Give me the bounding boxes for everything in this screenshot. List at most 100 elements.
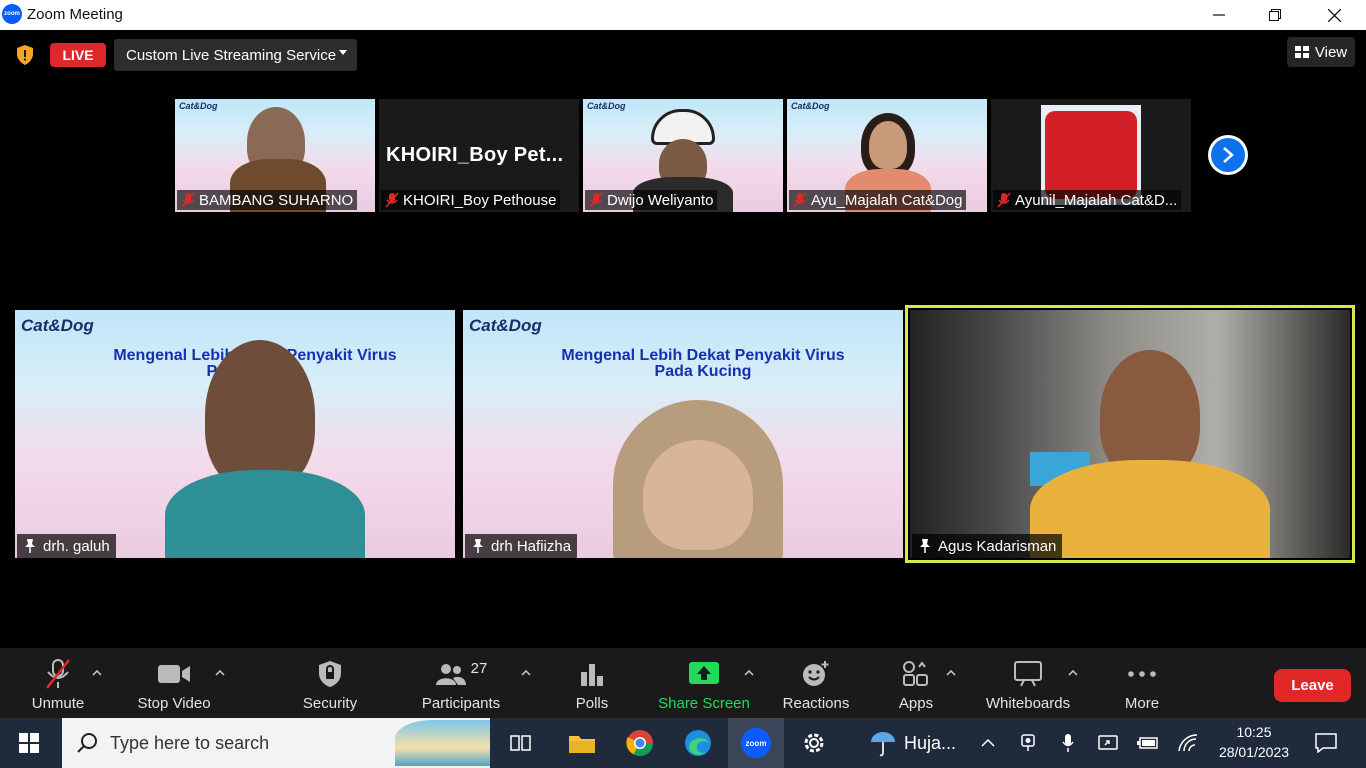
- start-button[interactable]: [0, 718, 58, 768]
- catdog-logo: Cat&Dog: [587, 101, 626, 111]
- participant-thumb[interactable]: KHOIRI_Boy Pet... KHOIRI_Boy Pethouse: [379, 99, 579, 212]
- more-label: More: [1124, 695, 1160, 712]
- screen-share-icon: [1098, 735, 1118, 750]
- catdog-logo: Cat&Dog: [179, 101, 218, 111]
- participant-name-bar: Ayunil_Majalah Cat&D...: [993, 190, 1182, 210]
- muted-mic-icon: [181, 192, 195, 208]
- clock-time: 10:25: [1236, 724, 1272, 740]
- gear-icon: [804, 733, 824, 753]
- participant-tile[interactable]: Cat&Dog Mengenal Lebih Dekat Penyakit Vi…: [15, 310, 455, 558]
- stream-service-label: Custom Live Streaming Service: [126, 46, 337, 64]
- participant-video: [643, 440, 753, 550]
- pin-icon: [473, 539, 483, 553]
- zoom-taskbar-button[interactable]: zoom: [728, 718, 784, 768]
- unmute-button[interactable]: Unmute: [20, 648, 96, 718]
- task-view-icon: [510, 735, 531, 751]
- catdog-logo: Cat&Dog: [21, 316, 94, 335]
- reactions-button[interactable]: Reactions: [778, 648, 854, 718]
- settings-button[interactable]: [786, 718, 842, 768]
- participant-name-bar: Agus Kadarisman: [912, 534, 1063, 558]
- polls-label: Polls: [575, 695, 609, 712]
- file-explorer-button[interactable]: [554, 718, 610, 768]
- task-view-button[interactable]: [492, 718, 548, 768]
- restore-icon: [1269, 9, 1281, 21]
- participants-count: 27: [470, 659, 488, 677]
- next-page-button[interactable]: [1208, 135, 1248, 175]
- chrome-icon: [626, 730, 654, 757]
- window-title: Zoom Meeting: [27, 6, 123, 23]
- apps-options-button[interactable]: [944, 666, 958, 680]
- participant-display-name: KHOIRI_Boy Pet...: [386, 144, 564, 166]
- apps-button[interactable]: Apps: [886, 648, 946, 718]
- stop-video-label: Stop Video: [137, 695, 211, 712]
- notifications-button[interactable]: [1306, 718, 1346, 768]
- zoom-icon: zoom: [741, 728, 771, 758]
- whiteboard-icon: [998, 656, 1058, 692]
- shield-icon: [17, 45, 33, 65]
- pin-icon: [25, 539, 35, 553]
- taskbar-search-box[interactable]: Type here to search: [62, 718, 490, 768]
- participants-icon-group: 27: [431, 656, 491, 692]
- participant-name: Agus Kadarisman: [938, 537, 1057, 555]
- encryption-shield-button[interactable]: [10, 40, 40, 70]
- stream-service-dropdown[interactable]: Custom Live Streaming Service: [114, 39, 357, 71]
- more-button[interactable]: More: [1112, 648, 1172, 718]
- restore-button[interactable]: [1246, 0, 1304, 30]
- apps-label: Apps: [898, 695, 934, 712]
- whiteboards-button[interactable]: Whiteboards: [980, 648, 1076, 718]
- close-window-button[interactable]: [1305, 0, 1363, 30]
- tray-screen-button[interactable]: [1090, 718, 1126, 768]
- unmute-label: Unmute: [31, 695, 85, 712]
- edge-button[interactable]: [670, 718, 726, 768]
- apps-icon: [886, 656, 946, 692]
- share-screen-label: Share Screen: [658, 695, 750, 712]
- weather-widget[interactable]: Huja...: [860, 718, 970, 768]
- stop-video-button[interactable]: Stop Video: [130, 648, 218, 718]
- shield-icon: [300, 656, 360, 692]
- share-options-button[interactable]: [742, 666, 756, 680]
- whiteboards-options-button[interactable]: [1066, 666, 1080, 680]
- muted-mic-icon: [28, 656, 88, 692]
- video-camera-icon: [144, 656, 204, 692]
- participant-thumb[interactable]: Cat&Dog Ayu_Majalah Cat&Dog: [787, 99, 987, 212]
- view-button[interactable]: View: [1287, 37, 1355, 67]
- tray-camera-button[interactable]: [1010, 718, 1046, 768]
- participant-shirt: [165, 470, 365, 558]
- polls-button[interactable]: Polls: [562, 648, 622, 718]
- participant-name: BAMBANG SUHARNO: [199, 191, 354, 209]
- participant-thumb[interactable]: Cat&Dog Dwijo Weliyanto: [583, 99, 783, 212]
- battery-button[interactable]: [1130, 718, 1166, 768]
- share-screen-button[interactable]: Share Screen: [656, 648, 752, 718]
- tray-microphone-button[interactable]: [1050, 718, 1086, 768]
- participants-options-button[interactable]: [519, 666, 533, 680]
- minimize-button[interactable]: [1190, 0, 1248, 30]
- participant-name: Ayu_Majalah Cat&Dog: [811, 191, 963, 209]
- show-hidden-icons-button[interactable]: [970, 718, 1006, 768]
- share-screen-icon: [674, 656, 734, 692]
- audio-options-button[interactable]: [90, 666, 104, 680]
- participant-name-bar: BAMBANG SUHARNO: [177, 190, 358, 210]
- participant-name: KHOIRI_Boy Pethouse: [403, 191, 557, 209]
- search-icon: [77, 733, 97, 753]
- security-button[interactable]: Security: [290, 648, 370, 718]
- participant-tile[interactable]: Cat&Dog Mengenal Lebih Dekat Penyakit Vi…: [463, 310, 903, 558]
- participants-button[interactable]: 27 Participants: [418, 648, 504, 718]
- participant-tile[interactable]: Agus Kadarisman: [910, 310, 1350, 558]
- chrome-button[interactable]: [612, 718, 668, 768]
- participant-thumb[interactable]: Ayunil_Majalah Cat&D...: [991, 99, 1191, 212]
- wifi-icon: [1178, 734, 1198, 752]
- reactions-label: Reactions: [782, 695, 850, 712]
- live-badge[interactable]: LIVE: [50, 43, 106, 67]
- taskbar-clock[interactable]: 10:25 28/01/2023: [1210, 722, 1298, 766]
- network-button[interactable]: [1170, 718, 1206, 768]
- participant-name-bar: KHOIRI_Boy Pethouse: [381, 190, 561, 210]
- participants-icon: [435, 664, 466, 685]
- catdog-logo: Cat&Dog: [469, 316, 542, 335]
- participant-thumb[interactable]: Cat&Dog BAMBANG SUHARNO: [175, 99, 375, 212]
- leave-button[interactable]: Leave: [1274, 669, 1351, 702]
- participant-name: drh Hafiizha: [491, 537, 572, 555]
- video-options-button[interactable]: [213, 666, 227, 680]
- security-label: Security: [302, 695, 358, 712]
- folder-icon: [569, 736, 595, 753]
- chevron-down-icon: [339, 50, 347, 55]
